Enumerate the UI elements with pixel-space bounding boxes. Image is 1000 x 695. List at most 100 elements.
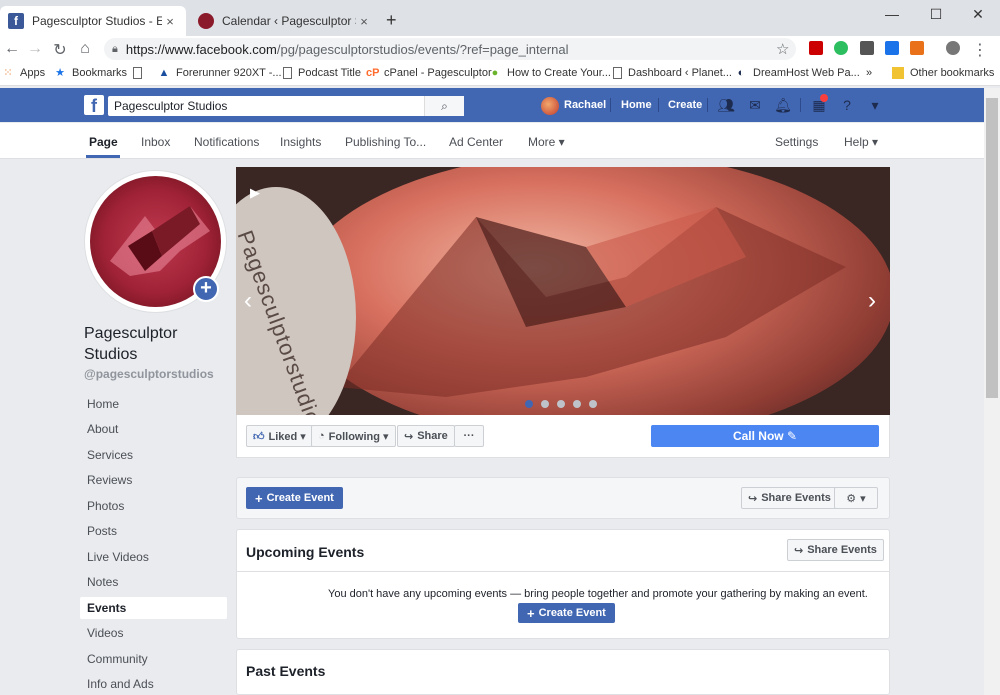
messenger-icon[interactable]: ✉ [746, 96, 764, 114]
left-nav-info-and-ads[interactable]: Info and Ads [80, 673, 227, 695]
tab-notifications[interactable]: Notifications [194, 135, 259, 149]
slide-dot[interactable] [557, 400, 565, 408]
evernote-extension-icon[interactable] [834, 41, 848, 55]
cover-photo[interactable]: Pagesculptorstudios ▶ ‹ › [236, 167, 890, 415]
page-handle[interactable]: @pagesculptorstudios [84, 367, 214, 381]
slide-dot[interactable] [589, 400, 597, 408]
bookmark-dreamhost[interactable]: ◐ DreamHost Web Pa... [735, 67, 860, 79]
browser-tab-events[interactable]: f Pagesculptor Studios - Events × [0, 6, 186, 36]
back-icon[interactable]: ← [2, 40, 22, 58]
bookmarks-overflow-button[interactable]: » [866, 67, 872, 79]
profile-link[interactable]: Rachael [564, 99, 606, 111]
home-link[interactable]: Home [621, 99, 652, 111]
tab-settings[interactable]: Settings [775, 135, 818, 149]
create-event-button[interactable]: + Create Event [246, 487, 343, 509]
bookmark-cpanel[interactable]: cP cPanel - Pagesculptor [366, 67, 492, 79]
slide-dot[interactable] [525, 400, 533, 408]
tab-help[interactable]: Help ▾ [844, 135, 878, 149]
extension-icon[interactable] [860, 41, 874, 55]
close-window-button[interactable]: ✕ [956, 0, 1000, 28]
megaphone-extension-icon[interactable] [910, 41, 924, 55]
search-icon[interactable]: ⌕ [424, 96, 464, 116]
minimize-button[interactable]: — [870, 0, 914, 28]
tab-inbox[interactable]: Inbox [141, 135, 170, 149]
facebook-search-input[interactable]: Pagesculptor Studios ⌕ [108, 96, 464, 116]
user-avatar[interactable] [541, 97, 559, 115]
bookmark-bookmarks[interactable]: ★ Bookmarks [54, 67, 127, 79]
chrome-menu-icon[interactable]: ⋮ [970, 40, 990, 60]
tab-title: Calendar ‹ Pagesculptor Studios – [222, 14, 356, 28]
bookmark-podcast[interactable]: Podcast Title [283, 67, 361, 79]
help-icon[interactable]: ? [838, 96, 856, 114]
call-now-button[interactable]: Call Now ✎ [651, 425, 879, 447]
lock-icon: 🔒︎ [112, 42, 118, 55]
liked-button[interactable]: 👍︎ Liked ▾ [246, 425, 313, 447]
left-nav-notes[interactable]: Notes [80, 571, 227, 593]
no-events-message: You don't have any upcoming events — bri… [328, 588, 868, 600]
tab-page[interactable]: Page [89, 135, 118, 149]
account-menu-caret-icon[interactable]: ▾ [866, 96, 884, 114]
scrollbar[interactable] [984, 88, 1000, 695]
slide-dot[interactable] [541, 400, 549, 408]
share-button[interactable]: ↪ Share [397, 425, 455, 447]
create-event-button[interactable]: + Create Event [518, 603, 615, 623]
tab-ad-center[interactable]: Ad Center [449, 135, 503, 149]
cover-prev-icon[interactable]: ‹ [244, 287, 252, 315]
tab-more[interactable]: More ▾ [528, 135, 565, 149]
close-tab-icon[interactable]: × [356, 14, 372, 29]
bookmark-star-icon[interactable]: ☆ [776, 40, 789, 58]
cover-next-icon[interactable]: › [868, 287, 876, 315]
share-events-button[interactable]: ↪ Share Events [787, 539, 884, 561]
maximize-button[interactable]: ☐ [914, 0, 958, 28]
facebook-logo-icon[interactable]: f [84, 95, 104, 116]
left-nav-community[interactable]: Community [80, 648, 227, 670]
notifications-bell-icon[interactable]: 🔔︎ [774, 96, 792, 114]
bookmark-dashboard[interactable]: Dashboard ‹ Planet... [613, 67, 732, 79]
close-tab-icon[interactable]: × [162, 14, 178, 29]
pdf-extension-icon[interactable] [809, 41, 823, 55]
page-icon [283, 67, 292, 79]
upcoming-events-title: Upcoming Events [246, 544, 365, 560]
left-nav-about[interactable]: About [80, 418, 227, 440]
scrollbar-thumb[interactable] [986, 98, 998, 398]
tab-title: Pagesculptor Studios - Events [32, 14, 162, 28]
more-options-button[interactable]: ··· [454, 425, 484, 447]
bookmark-forerunner[interactable]: ▲ Forerunner 920XT -... [158, 67, 282, 79]
bookmark-page[interactable] [133, 67, 148, 79]
page-name[interactable]: Pagesculptor Studios [84, 323, 224, 365]
past-events-title: Past Events [246, 663, 326, 679]
left-nav-services[interactable]: Services [80, 444, 227, 466]
divider [237, 571, 889, 572]
left-nav-reviews[interactable]: Reviews [80, 469, 227, 491]
left-nav-home[interactable]: Home [80, 393, 227, 415]
other-bookmarks[interactable]: Other bookmarks [892, 67, 994, 79]
bookmark-how-to[interactable]: ● How to Create Your... [489, 67, 611, 79]
new-tab-button[interactable]: + [386, 10, 397, 31]
left-nav-live-videos[interactable]: Live Videos [80, 546, 227, 568]
video-camera-icon[interactable]: ▶ [250, 185, 260, 201]
leaf-icon: ● [491, 67, 499, 79]
tab-insights[interactable]: Insights [280, 135, 321, 149]
left-nav-posts[interactable]: Posts [80, 520, 227, 542]
friend-requests-icon[interactable]: 👥︎ [717, 96, 735, 114]
reload-icon[interactable]: ↻ [50, 40, 70, 60]
profile-avatar-icon[interactable] [946, 41, 960, 55]
extension-icon[interactable] [885, 41, 899, 55]
bookmark-apps[interactable]: ⁙ Apps [2, 67, 45, 79]
tab-publishing-tools[interactable]: Publishing To... [345, 135, 426, 149]
following-button[interactable]: ◔ Following ▾ [311, 425, 396, 447]
triangle-icon: ▲ [158, 67, 170, 79]
slide-dot[interactable] [573, 400, 581, 408]
left-nav-photos[interactable]: Photos [80, 495, 227, 517]
update-profile-picture-button[interactable]: + [193, 276, 219, 302]
left-nav-videos[interactable]: Videos [80, 622, 227, 644]
forward-icon[interactable]: → [25, 40, 45, 58]
create-link[interactable]: Create [668, 99, 702, 111]
events-settings-button[interactable]: ⚙ ▾ [834, 487, 878, 509]
cover-slide-indicator [525, 400, 597, 408]
browser-tab-calendar[interactable]: Calendar ‹ Pagesculptor Studios – × [190, 6, 380, 36]
left-nav-events[interactable]: Events [80, 597, 227, 619]
address-bar[interactable]: 🔒︎ https://www.facebook.com/pg/pagesculp… [104, 38, 796, 60]
share-events-button[interactable]: ↪ Share Events [741, 487, 838, 509]
home-icon[interactable]: ⌂ [75, 40, 95, 58]
